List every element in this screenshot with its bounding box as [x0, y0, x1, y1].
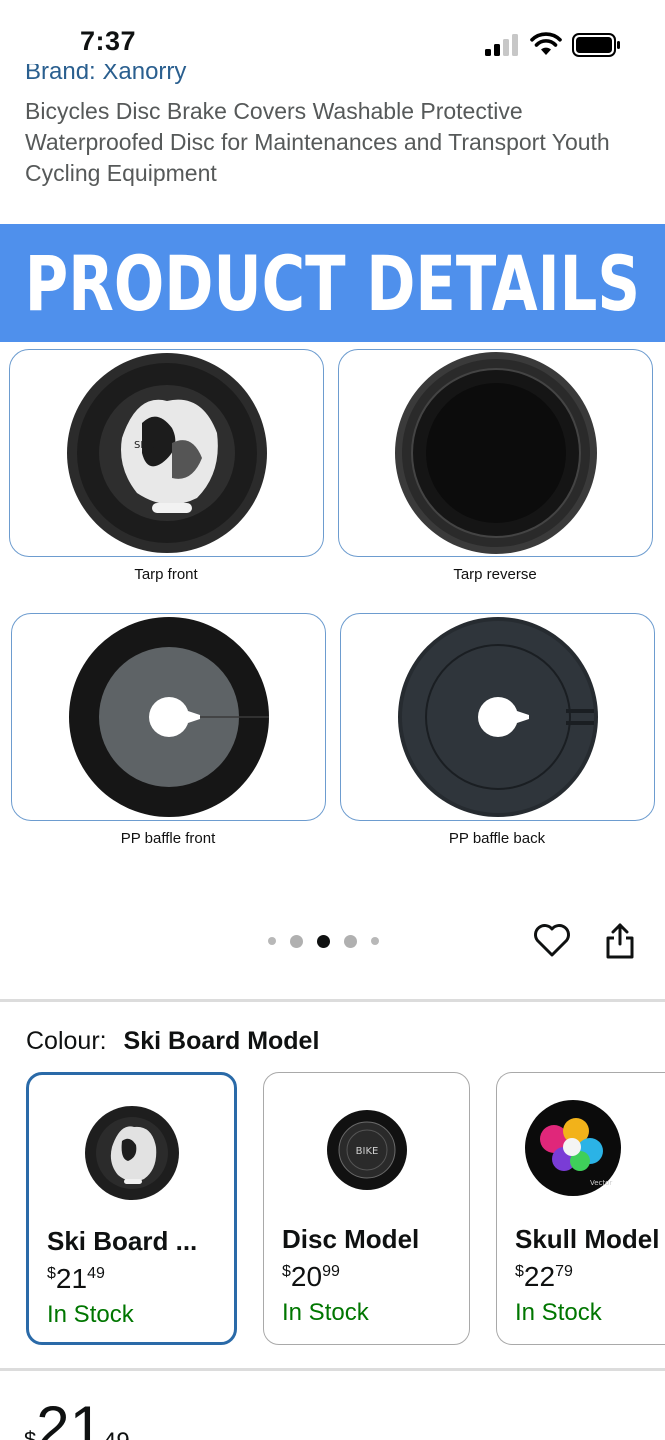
variant-stock-status: In Stock — [515, 1299, 602, 1326]
variant-price: $2149 — [47, 1263, 105, 1294]
variant-name: Skull Model — [515, 1224, 660, 1254]
caption-tarp-front: Tarp front — [134, 566, 198, 583]
variant-ski-board[interactable]: Ski Board ... $2149 In Stock — [26, 1072, 237, 1345]
battery-icon — [572, 33, 620, 57]
skull-model-thumbnail: Vector — [525, 1100, 621, 1196]
caption-tarp-reverse: Tarp reverse — [453, 566, 537, 583]
disc-model-thumbnail: BIKE — [326, 1110, 407, 1190]
section-divider — [0, 999, 665, 1002]
pp-baffle-back-image — [397, 617, 598, 817]
pp-baffle-front-image — [68, 617, 269, 817]
variant-skull-model[interactable]: Vector Skull Model $2279 In Stock — [496, 1072, 665, 1345]
variant-disc-model[interactable]: BIKE Disc Model $2099 In Stock — [263, 1072, 470, 1345]
tarp-front-image: SHE — [66, 353, 267, 553]
variant-name: Disc Model — [282, 1224, 420, 1254]
variant-price: $2099 — [282, 1261, 340, 1292]
colour-selected-value: Ski Board Model — [123, 1027, 320, 1055]
share-icon[interactable] — [604, 922, 636, 960]
pagination-dot-active[interactable] — [317, 934, 330, 948]
wifi-icon — [530, 32, 562, 55]
variant-price: $2279 — [515, 1261, 573, 1292]
cellular-signal-icon — [485, 34, 518, 56]
variant-stock-status: In Stock — [282, 1299, 369, 1326]
caption-pp-baffle-back: PP baffle back — [448, 830, 546, 847]
section-divider — [0, 1368, 665, 1371]
product-title: Bicycles Disc Brake Covers Washable Prot… — [25, 98, 610, 186]
heart-icon[interactable] — [533, 922, 571, 958]
svg-text:BIKE: BIKE — [355, 1146, 378, 1157]
product-price: $2149 — [24, 1394, 130, 1440]
svg-text:SHE: SHE — [134, 440, 154, 451]
svg-text:Vector: Vector — [590, 1179, 612, 1187]
caption-pp-baffle-front: PP baffle front — [120, 830, 216, 847]
tarp-reverse-image — [394, 352, 597, 554]
brand-link[interactable]: Brand: Xanorry — [25, 64, 645, 86]
gallery-card-pp-baffle-back[interactable] — [340, 613, 655, 821]
gallery-pagination[interactable] — [268, 933, 379, 949]
variant-name: Ski Board ... — [47, 1226, 198, 1256]
status-time: 7:37 — [80, 26, 137, 56]
gallery-card-tarp-front[interactable]: SHE — [9, 349, 324, 557]
banner-text: PRODUCT DETAILS — [24, 238, 641, 328]
gallery-card-tarp-reverse[interactable] — [338, 349, 653, 557]
gallery-card-pp-baffle-front[interactable] — [11, 613, 326, 821]
pagination-dot[interactable] — [290, 934, 303, 948]
pagination-dot[interactable] — [344, 934, 357, 948]
ski-board-thumbnail — [84, 1106, 179, 1200]
variant-stock-status: In Stock — [47, 1301, 134, 1328]
product-details-banner: PRODUCT DETAILS — [0, 224, 665, 342]
pagination-dot[interactable] — [268, 937, 276, 945]
colour-selection: Colour: Ski Board Model — [26, 1027, 319, 1056]
pagination-dot[interactable] — [371, 937, 379, 945]
colour-label: Colour: — [26, 1027, 107, 1055]
